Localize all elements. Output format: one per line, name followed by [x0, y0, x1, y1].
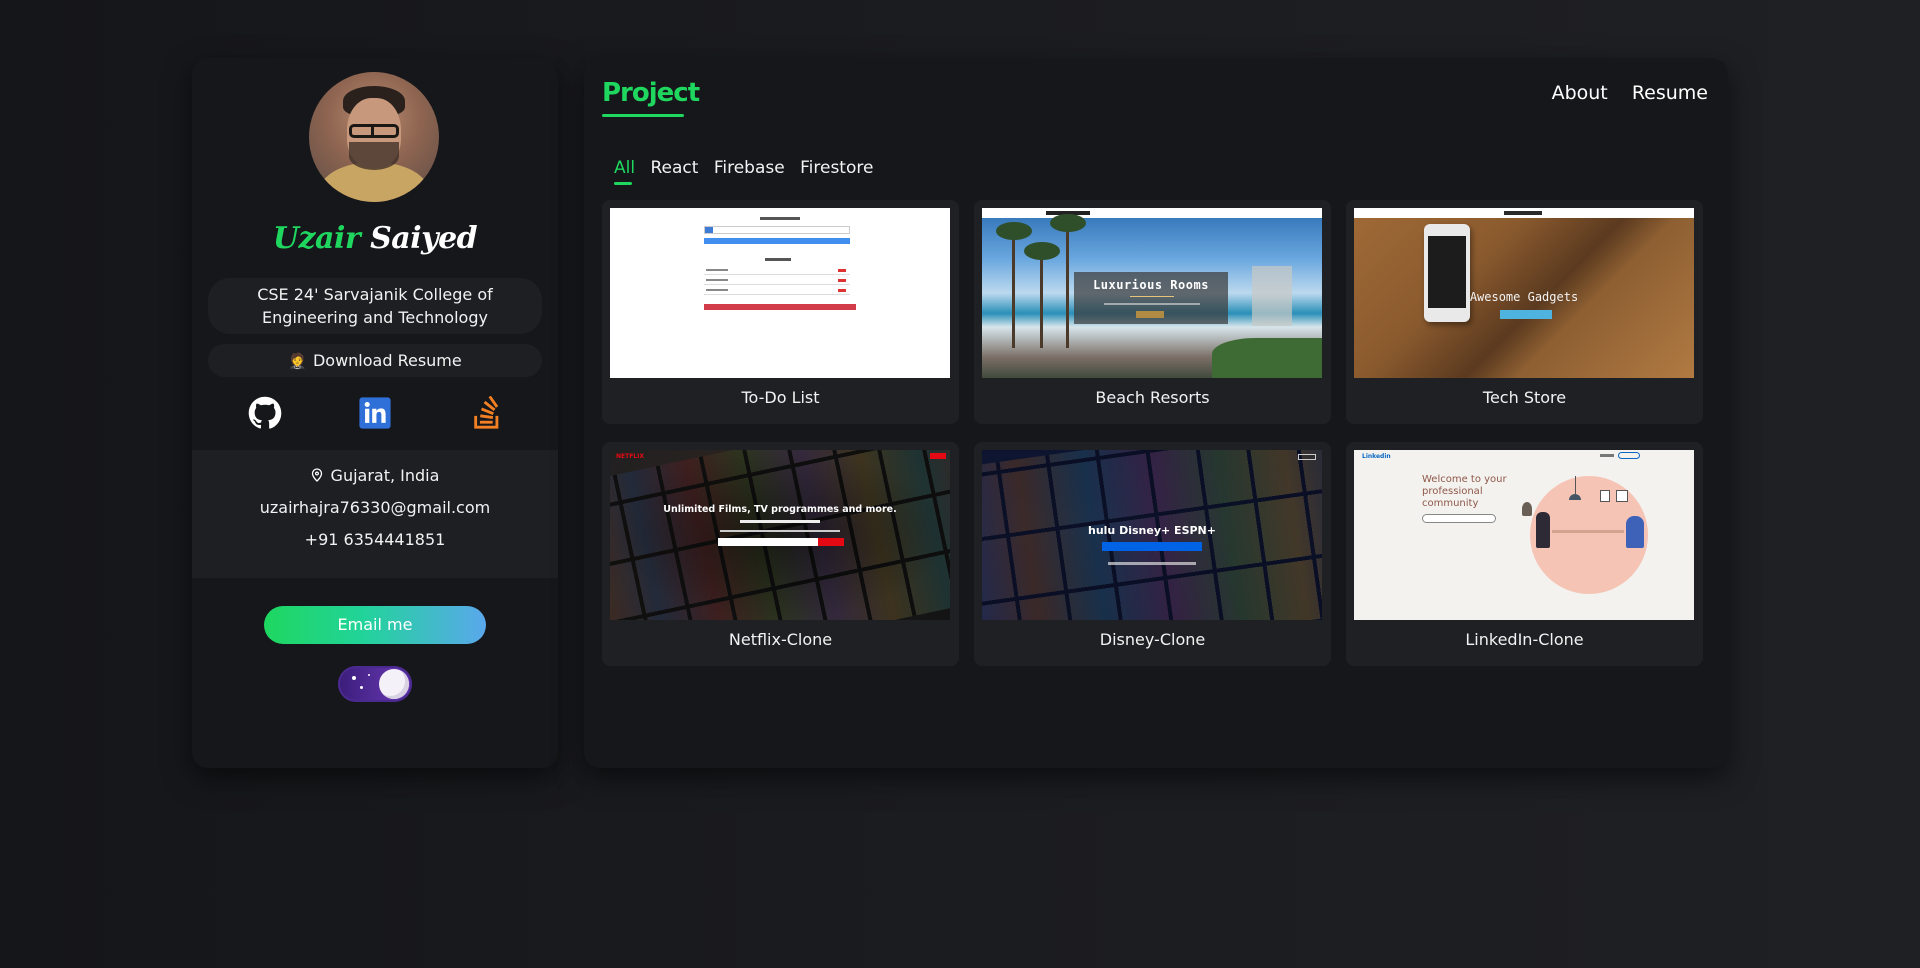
tie-icon: 🤵: [288, 352, 307, 370]
linkedin-icon[interactable]: [358, 396, 392, 430]
project-thumbnail: [610, 208, 950, 378]
location-pin-icon: [311, 468, 322, 482]
stackoverflow-icon[interactable]: [470, 395, 504, 430]
email-me-button[interactable]: Email me: [264, 606, 486, 644]
netflix-logo: NETFLIX: [616, 453, 644, 460]
project-card-tech-store[interactable]: Awesome Gadgets Tech Store: [1346, 200, 1703, 424]
college-info: CSE 24' Sarvajanik College of Engineerin…: [208, 278, 542, 334]
filter-all[interactable]: All: [614, 158, 635, 178]
tech-heading: Awesome Gadgets: [1469, 290, 1579, 304]
beach-heading: Luxurious Rooms: [1093, 278, 1209, 292]
star-icon: [360, 686, 363, 689]
project-title: LinkedIn-Clone: [1465, 630, 1584, 649]
active-filter-underline: [614, 182, 632, 185]
projects-panel: Project About Resume All React Firebase …: [584, 58, 1728, 768]
project-title: Tech Store: [1482, 388, 1567, 407]
theme-toggle[interactable]: [338, 666, 412, 702]
project-card-disney-clone[interactable]: hulu Disney+ ESPN+ Disney-Clone: [974, 442, 1331, 666]
profile-first-name: Uzair: [272, 221, 361, 256]
location-row: Gujarat, India: [192, 466, 558, 485]
filter-firestore[interactable]: Firestore: [800, 158, 873, 178]
filter-firebase[interactable]: Firebase: [714, 158, 785, 178]
star-icon: [352, 676, 356, 680]
project-title: Netflix-Clone: [728, 630, 833, 649]
github-icon[interactable]: [248, 396, 282, 430]
linkedin-heading: Welcome to your professional community: [1422, 474, 1507, 509]
phone-text: +91 6354441851: [304, 530, 446, 549]
nav-about[interactable]: About: [1552, 82, 1608, 104]
project-thumbnail: Luxurious Rooms: [982, 208, 1322, 378]
project-thumbnail: hulu Disney+ ESPN+: [982, 450, 1322, 620]
social-links: [192, 395, 558, 434]
project-thumbnail: NETFLIX Unlimited Films, TV programmes a…: [610, 450, 950, 620]
email-text: uzairhajra76330@gmail.com: [259, 498, 491, 517]
top-nav: About Resume: [1534, 82, 1708, 104]
location-text: Gujarat, India: [330, 466, 440, 485]
project-thumbnail: Linkedin Welcome to your professional co…: [1354, 450, 1694, 620]
disney-brands: hulu Disney+ ESPN+: [1088, 524, 1216, 537]
netflix-heading: Unlimited Films, TV programmes and more.: [663, 504, 897, 515]
download-resume-button[interactable]: 🤵 Download Resume: [208, 344, 542, 377]
title-underline: [602, 114, 684, 117]
nav-resume[interactable]: Resume: [1632, 82, 1708, 104]
page-title: Project: [602, 78, 700, 108]
profile-name: Uzair Saiyed: [192, 221, 558, 256]
project-thumbnail: Awesome Gadgets: [1354, 208, 1694, 378]
contact-info: Gujarat, India uzairhajra76330@gmail.com…: [192, 450, 558, 578]
project-card-linkedin-clone[interactable]: Linkedin Welcome to your professional co…: [1346, 442, 1703, 666]
project-title: Beach Resorts: [1095, 388, 1210, 407]
avatar: [309, 72, 439, 202]
star-icon: [368, 674, 370, 676]
profile-sidebar: Uzair Saiyed CSE 24' Sarvajanik College …: [192, 58, 558, 768]
project-card-beach-resorts[interactable]: Luxurious Rooms Beach Resorts: [974, 200, 1331, 424]
moon-icon: [379, 669, 409, 699]
project-title: To-Do List: [741, 388, 820, 407]
filter-react[interactable]: React: [650, 158, 698, 178]
profile-last-name: Saiyed: [370, 221, 478, 256]
download-resume-label: Download Resume: [312, 351, 462, 370]
project-card-todo[interactable]: To-Do List: [602, 200, 959, 424]
linkedin-logo: Linkedin: [1362, 453, 1391, 460]
project-card-netflix-clone[interactable]: NETFLIX Unlimited Films, TV programmes a…: [602, 442, 959, 666]
project-filters: All React Firebase Firestore: [614, 158, 883, 178]
project-title: Disney-Clone: [1099, 630, 1206, 649]
